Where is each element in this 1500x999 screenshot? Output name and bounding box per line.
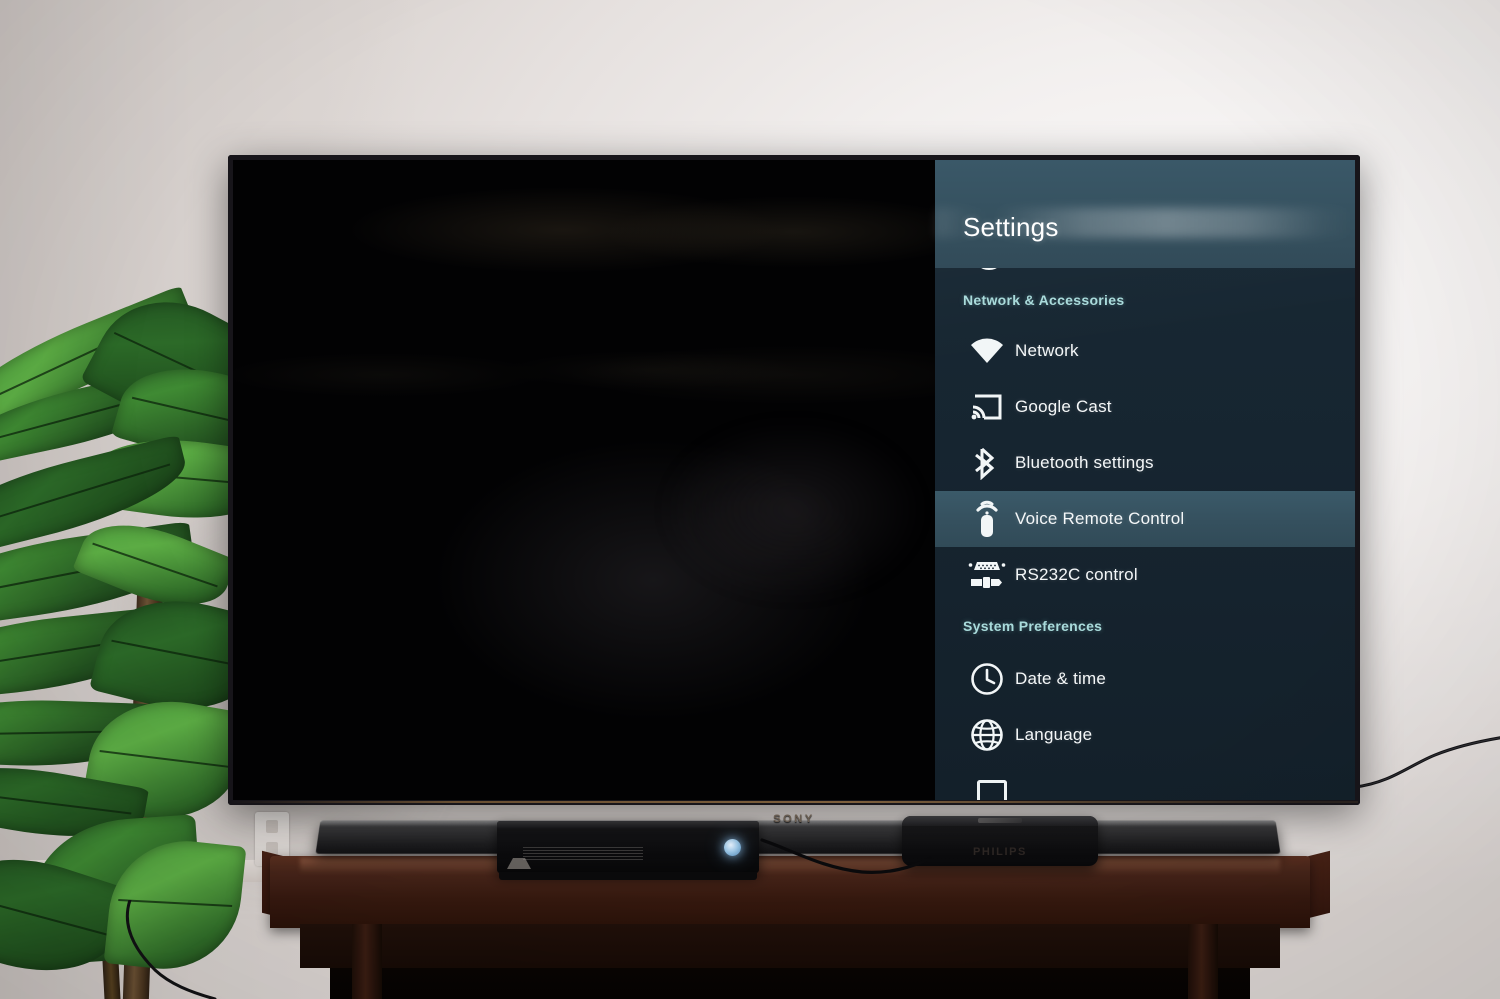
page-title: Settings bbox=[963, 212, 1059, 242]
screenshot-scene: PHILIPS SONY bbox=[0, 0, 1500, 999]
image-vignette bbox=[0, 0, 1500, 999]
settings-header: Settings bbox=[935, 160, 1355, 268]
